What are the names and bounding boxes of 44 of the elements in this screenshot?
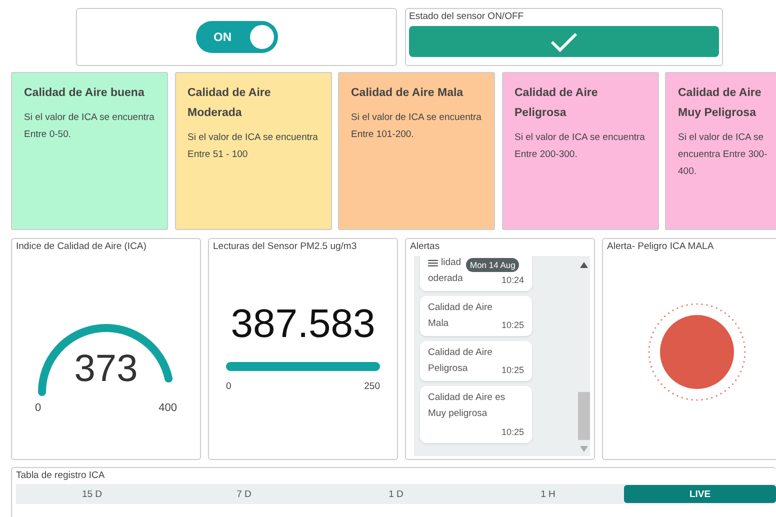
panel-title: Alertas bbox=[409, 240, 441, 252]
list-icon[interactable] bbox=[428, 259, 438, 267]
card-text: Si el valor de ICA se encuentra Entre 51 - 100 bbox=[188, 131, 318, 162]
alert-text: Calidad de Aire es bbox=[428, 391, 506, 405]
range-tab[interactable]: 7 D bbox=[168, 485, 320, 503]
card-text: Si el valor de ICA se encuentra Entre 200-300. bbox=[514, 131, 646, 162]
card-text: Si el valor de ICA se encuentra Entre 300-400. bbox=[678, 131, 768, 179]
date-badge: Mon 14 Aug bbox=[466, 258, 520, 272]
gauge-value: 373 bbox=[73, 350, 139, 388]
card-text: Si el valor de ICA se encuentra Entre 0-50. bbox=[24, 111, 155, 142]
panel-title: Estado del sensor ON/OFF bbox=[409, 10, 525, 24]
alert-text: Calidad de Aire bbox=[428, 301, 492, 315]
card-title: Calidad de Aire Peligrosa bbox=[514, 86, 599, 121]
panel-title: Lecturas del Sensor PM2.5 ug/m3 bbox=[212, 240, 358, 252]
card-title: Calidad de Aire Moderada bbox=[188, 86, 272, 121]
range-tab[interactable]: 1 D bbox=[320, 485, 472, 503]
alert-text: Peligrosa bbox=[428, 362, 468, 376]
alert-time: 10:25 bbox=[501, 426, 524, 439]
range-tab[interactable]: 1 H bbox=[472, 485, 624, 503]
panel-title: Alerta- Peligro ICA MALA bbox=[606, 240, 715, 252]
range-tab[interactable]: 15 D bbox=[16, 485, 168, 503]
check-icon bbox=[549, 30, 579, 52]
alert-text: Calidad de Aire bbox=[428, 346, 492, 360]
alert-text: oderada bbox=[428, 272, 463, 286]
card-text: Si el valor de ICA se encuentra Entre 101-200. bbox=[351, 111, 482, 142]
scroll-up-icon[interactable] bbox=[580, 262, 588, 268]
card-title: Calidad de Aire Mala bbox=[351, 86, 464, 101]
gauge-min: 0 bbox=[35, 402, 42, 414]
alert-text: Mala bbox=[428, 317, 449, 331]
alert-time: 10:24 bbox=[501, 274, 524, 287]
range-tab[interactable]: LIVE bbox=[624, 485, 776, 503]
alert-text: Muy peligrosa bbox=[428, 407, 488, 421]
panel-title: Tabla de registro ICA bbox=[15, 469, 106, 481]
range-min: 0 bbox=[226, 380, 232, 392]
card-title: Calidad de Aire Muy Peligrosa bbox=[678, 86, 762, 121]
gauge-max: 400 bbox=[158, 402, 177, 414]
panel-title: Indice de Calidad de Aire (ICA) bbox=[15, 240, 148, 252]
alert-text: lidad bbox=[428, 256, 462, 271]
alert-time: 10:25 bbox=[501, 319, 524, 332]
reading-value: 387.583 bbox=[230, 304, 376, 344]
range-max: 250 bbox=[364, 380, 380, 392]
card-title: Calidad de Aire buena bbox=[24, 86, 146, 101]
scrollbar-thumb[interactable] bbox=[578, 392, 590, 440]
alert-time: 10:25 bbox=[501, 364, 524, 377]
